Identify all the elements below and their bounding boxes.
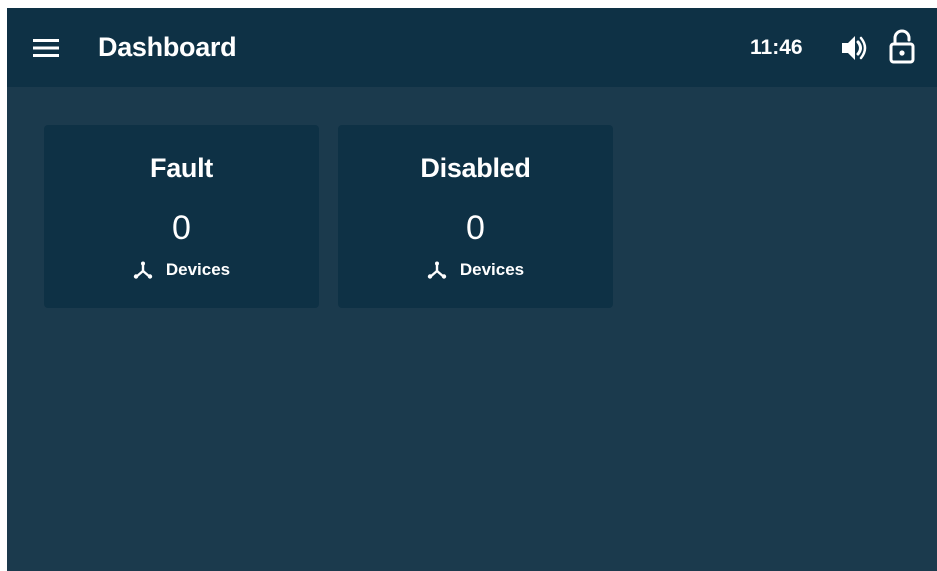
fault-devices-card[interactable]: Fault 0 Devices	[44, 125, 319, 308]
clock-time: 11:46	[750, 36, 803, 59]
top-app-bar: Dashboard 11:46	[7, 8, 937, 87]
page-title: Dashboard	[98, 32, 237, 62]
hamburger-menu-icon	[33, 39, 59, 57]
device-count: 0	[172, 209, 191, 247]
device-hub-icon	[427, 261, 447, 279]
card-label: Devices	[165, 260, 231, 279]
volume-button[interactable]	[838, 33, 870, 63]
lock-button[interactable]	[888, 29, 916, 65]
volume-icon	[842, 36, 867, 60]
disabled-devices-card[interactable]: Disabled 0 Devices	[338, 125, 613, 308]
menu-button[interactable]	[31, 35, 61, 61]
card-footer: Devices	[44, 259, 319, 281]
card-title: Fault	[150, 153, 213, 183]
lock-open-icon	[889, 29, 915, 64]
device-count: 0	[466, 209, 485, 247]
app-window: Dashboard 11:46 Fault 0 Devices Disabled…	[7, 8, 937, 571]
card-label: Devices	[459, 260, 525, 279]
card-footer: Devices	[338, 259, 613, 281]
card-title: Disabled	[420, 153, 531, 183]
device-hub-icon	[133, 261, 153, 279]
